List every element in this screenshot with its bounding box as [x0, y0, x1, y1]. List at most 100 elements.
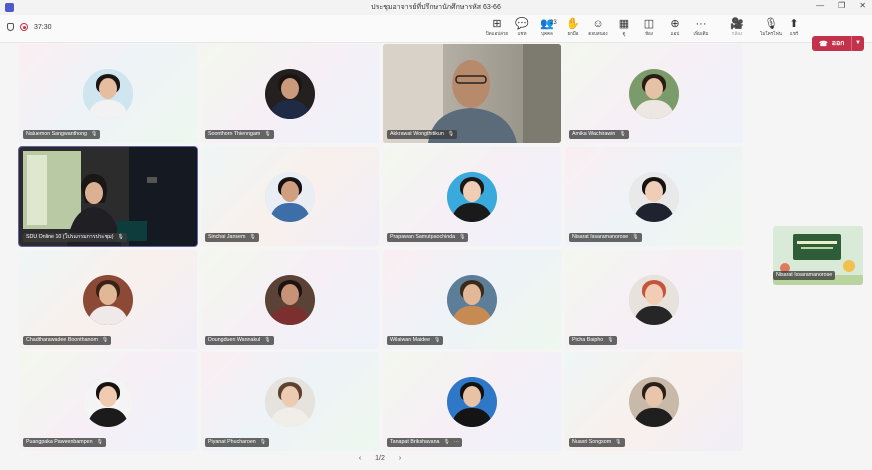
participant-avatar [265, 377, 315, 427]
participant-nametag: Tanapat Brikshavana 🎙 ··· [387, 438, 463, 447]
participant-name: Amika Wachirawin [572, 131, 616, 137]
participant-nametag: Chadtharawadee Boonthanom 🎙 [23, 336, 112, 345]
participant-tile[interactable]: Doungduen Wannakul 🎙 [201, 250, 379, 349]
participant-tile[interactable]: Soonthorn Thienngam 🎙 [201, 44, 379, 143]
meeting-toolbar: 37:30 ⊞ ปิดแอปล่วย 💬 แชท 👥 23 บุคคล ✋ ยกมือ ☺ ตอบส… [0, 15, 872, 51]
apps-add-button[interactable]: ⊕ แอป [662, 18, 688, 37]
participant-tile[interactable]: Amika Wachirawin 🎙 [565, 44, 743, 143]
participant-tile[interactable]: Picha Baipho 🎙 [565, 250, 743, 349]
mic-muted-icon: 🎙 [607, 337, 614, 343]
self-view-name: Nisarat Issaramanorose [776, 272, 833, 278]
participant-name: Nuasri Songsom [572, 439, 612, 445]
maximize-icon[interactable]: ❐ [838, 1, 845, 10]
apps-add-label: แอป [670, 31, 680, 36]
pager-next-icon[interactable]: › [399, 455, 401, 462]
people-button[interactable]: 👥 23 บุคคล [534, 18, 560, 37]
minimize-icon[interactable]: — [816, 1, 824, 10]
rooms-icon: ◫ [643, 18, 655, 30]
participant-avatar [629, 377, 679, 427]
participant-nametag: Wilaiwan Maidee 🎙 [387, 336, 444, 345]
pager-text: 1/2 [375, 455, 385, 462]
camera-button[interactable]: 🎥 กล้อง [724, 18, 750, 37]
react-label: ตอบสนอง [588, 31, 608, 36]
pager-prev-icon[interactable]: ‹ [359, 455, 361, 462]
participant-avatar [265, 275, 315, 325]
participant-avatar [629, 172, 679, 222]
mic-muted-icon: 🎙 [264, 337, 271, 343]
participant-tile[interactable]: Akkrawat Wongthitikun 🎙 [383, 44, 561, 143]
chat-label: แชท [517, 31, 527, 36]
chat-button[interactable]: 💬 แชท [509, 18, 535, 37]
mic-muted-icon: 🎙 [619, 131, 626, 137]
mic-muted-icon: 🎙 [447, 131, 455, 137]
participant-nametag: Prapawan Samutpaochinda 🎙 [387, 233, 469, 242]
participant-avatar [265, 69, 315, 119]
participant-tile[interactable]: Sinchai Jansem 🎙 [201, 147, 379, 246]
mic-muted-icon: 🎙 [259, 439, 267, 445]
participant-name: Nisarat Issaramanorose [572, 234, 629, 240]
grid-pager: ‹ 1/2 › [0, 455, 760, 462]
view-button[interactable]: ▦ ดู [611, 18, 637, 37]
participant-tile[interactable]: Wilaiwan Maidee 🎙 [383, 250, 561, 349]
raise-label: ยกมือ [567, 31, 579, 36]
people-label: บุคคล [541, 31, 553, 36]
participant-video [383, 44, 561, 143]
room-camera-video [19, 147, 197, 246]
participant-tile[interactable]: Nisarat Issaramanorose 🎙 [565, 147, 743, 246]
phone-hangup-icon: ☎ [819, 40, 828, 48]
participant-nametag: Nisarat Issaramanorose 🎙 [569, 233, 642, 242]
participant-avatar [447, 275, 497, 325]
participant-avatar [265, 172, 315, 222]
share-icon: ⬆ [789, 18, 799, 30]
more-button[interactable]: ··· เพิ่มเติม [688, 18, 714, 37]
apps-label: ปิดแอปล่วย [485, 31, 509, 36]
participant-avatar [447, 172, 497, 222]
apps-button[interactable]: ⊞ ปิดแอปล่วย [484, 18, 510, 37]
leave-dropdown-icon[interactable]: ▼ [851, 36, 864, 51]
leave-button[interactable]: ☎ ออก ▼ [812, 36, 864, 51]
participant-tile[interactable]: Nuasri Songsom 🎙 [565, 352, 743, 451]
apps-icon: ⊞ [492, 18, 502, 30]
participant-avatar [83, 69, 133, 119]
participant-nametag: Naluemon Sangwanthong 🎙 [23, 130, 101, 139]
participant-name: Soonthorn Thienngam [208, 131, 261, 137]
mic-muted-icon: 🎙 [101, 337, 109, 343]
react-button[interactable]: ☺ ตอบสนอง [585, 18, 611, 37]
participant-nametag: SDU Online 10 (โปรแกรมการประชุม) 🎙 [23, 233, 127, 242]
hand-icon: ✋ [566, 18, 580, 30]
participant-nametag: Puangpaka Paweenbampen 🎙 [23, 438, 106, 447]
mic-muted-icon: 🎙 [459, 234, 466, 240]
participant-tile[interactable]: Puangpaka Paweenbampen 🎙 [19, 352, 197, 451]
share-label: แชร์ [789, 31, 799, 36]
self-view-nametag: Nisarat Issaramanorose [773, 271, 836, 280]
participant-avatar [629, 69, 679, 119]
raise-button[interactable]: ✋ ยกมือ [560, 18, 586, 37]
participant-nametag: Nuasri Songsom 🎙 [569, 438, 625, 447]
chat-icon: 💬 [515, 18, 529, 30]
participant-tile[interactable]: Chadtharawadee Boonthanom 🎙 [19, 250, 197, 349]
title-bar: ประชุมอาจารย์ที่ปรึกษานักศึกษารหัส 63-66… [0, 0, 872, 15]
participant-tile[interactable]: Naluemon Sangwanthong 🎙 [19, 44, 197, 143]
participant-name: Wilaiwan Maidee [390, 337, 431, 343]
window-title: ประชุมอาจารย์ที่ปรึกษานักศึกษารหัส 63-66 [371, 4, 501, 11]
participant-more-icon[interactable]: ··· [454, 438, 459, 447]
mic-muted-icon: 🎙 [443, 439, 450, 445]
participant-tile[interactable]: Piyanat Phucharoen 🎙 [201, 352, 379, 451]
share-button[interactable]: ⬆ แชร์ [781, 18, 807, 37]
participant-tile[interactable]: SDU Online 10 (โปรแกรมการประชุม) 🎙 [18, 146, 198, 247]
close-icon[interactable]: ✕ [859, 1, 866, 10]
self-view-video[interactable]: Nisarat Issaramanorose [773, 226, 863, 285]
mic-muted-icon: 🎙 [615, 439, 622, 445]
more-label: เพิ่มเติม [693, 31, 709, 36]
view-label: ดู [622, 31, 626, 36]
rooms-button[interactable]: ◫ ห้อง [636, 18, 662, 37]
leave-label: ออก [831, 40, 845, 47]
mic-muted-icon: 🎙 [117, 234, 124, 240]
ellipsis-icon: ··· [695, 18, 707, 30]
participant-nametag: Picha Baipho 🎙 [569, 336, 617, 345]
participant-name: Puangpaka Paweenbampen [26, 439, 93, 445]
participant-tile[interactable]: Prapawan Samutpaochinda 🎙 [383, 147, 561, 246]
shield-icon [7, 23, 14, 31]
rooms-label: ห้อง [645, 31, 653, 36]
participant-tile[interactable]: Tanapat Brikshavana 🎙 ··· [383, 352, 561, 451]
